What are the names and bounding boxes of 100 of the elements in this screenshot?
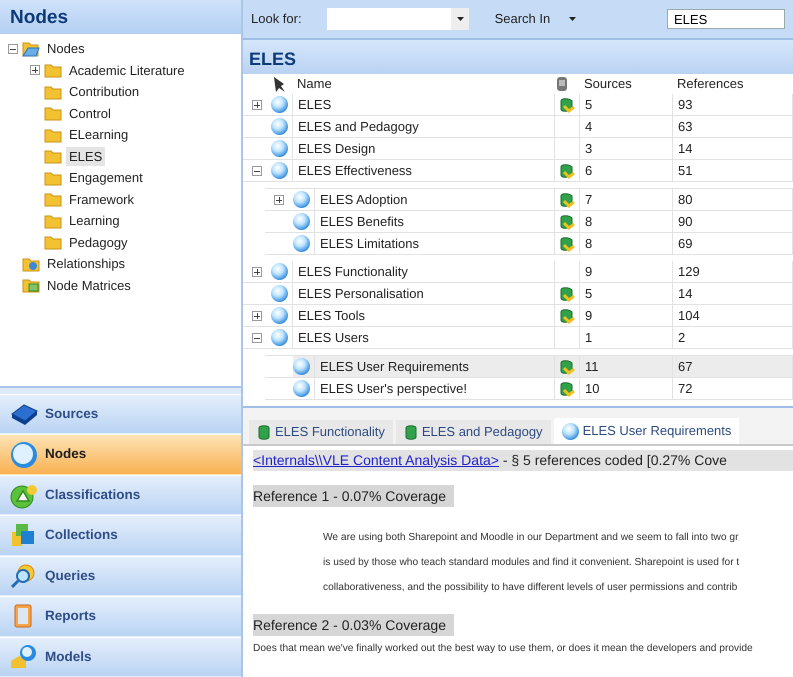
table-cell: 9 xyxy=(580,305,673,326)
nav-button[interactable]: Collections xyxy=(0,515,241,556)
table-row[interactable]: ELES Limitations 8 69 xyxy=(265,233,793,255)
caret-icon[interactable] xyxy=(569,17,576,21)
table-cell: 51 xyxy=(673,160,793,181)
collapse-toggle[interactable] xyxy=(252,166,262,176)
node-icon xyxy=(271,285,288,302)
table-cell: ELES Tools xyxy=(293,305,555,326)
sphere-icon xyxy=(9,440,39,468)
table-row[interactable]: ELES Personalisation 5 14 xyxy=(243,283,793,305)
tab[interactable]: ELES and Pedagogy xyxy=(396,420,551,444)
column-header[interactable]: Sources xyxy=(580,74,673,94)
table-cell: 6 xyxy=(580,160,673,181)
node-icon xyxy=(271,307,288,324)
table-cell: ELES Functionality xyxy=(293,261,555,282)
table-row[interactable]: ELES and Pedagogy 4 63 xyxy=(243,116,793,138)
tab[interactable]: ELES Functionality xyxy=(249,420,393,444)
table-cell: ELES Personalisation xyxy=(293,283,555,304)
table-cell: ELES Adoption xyxy=(315,189,555,210)
tree-item[interactable]: Pedagogy xyxy=(66,232,131,252)
nav-button[interactable]: Classifications xyxy=(0,474,241,515)
node-icon xyxy=(562,422,579,440)
tree-item[interactable]: Learning xyxy=(66,211,123,230)
stack-icon xyxy=(559,306,575,324)
table-cell: 10 xyxy=(580,378,673,399)
source-link[interactable]: <Internals\\VLE Content Analysis Data> xyxy=(253,452,499,468)
tree-item[interactable]: Nodes xyxy=(44,39,88,58)
table-row[interactable]: ELES Benefits 8 90 xyxy=(265,211,793,233)
table-row[interactable]: ELES Adoption 7 80 xyxy=(265,189,793,211)
table-cell: ELES User Requirements xyxy=(315,356,555,377)
table-cell: ELES User's perspective! xyxy=(315,378,555,399)
table-row[interactable]: ELES Functionality 9 129 xyxy=(243,261,793,283)
stack-icon xyxy=(559,96,575,114)
tree-item[interactable]: Node Matrices xyxy=(44,276,134,295)
table-cell: 8 xyxy=(580,211,673,232)
node-icon xyxy=(293,358,310,375)
table-cell: ELES xyxy=(293,94,555,115)
table-cell: ELES and Pedagogy xyxy=(293,116,555,137)
nav-button[interactable]: Sources xyxy=(0,394,241,434)
search-in-field[interactable]: ELES xyxy=(667,9,785,29)
table-cell: 14 xyxy=(673,138,793,159)
expand-toggle[interactable] xyxy=(274,194,284,204)
table-cell: 104 xyxy=(673,305,793,326)
node-icon xyxy=(271,329,288,346)
splitter-handle[interactable] xyxy=(0,386,241,394)
table-cell: 3 xyxy=(580,138,673,159)
table-cell: ELES Users xyxy=(293,327,555,348)
tree-item[interactable]: Framework xyxy=(66,190,138,209)
document-icon xyxy=(404,424,418,440)
table-cell: 2 xyxy=(673,327,793,348)
nav-button[interactable]: Models xyxy=(0,636,241,677)
node-icon xyxy=(271,96,288,113)
table-cell: 129 xyxy=(673,261,793,282)
document-icon xyxy=(257,424,271,440)
tree-item[interactable]: Contribution xyxy=(66,82,142,102)
tree-item[interactable]: Academic Literature xyxy=(66,60,188,80)
nav-button[interactable]: Reports xyxy=(0,596,241,636)
table-row[interactable]: ELES Design 3 14 xyxy=(243,138,793,160)
stack-icon xyxy=(559,284,575,302)
node-icon xyxy=(271,118,288,135)
node-icon xyxy=(271,263,288,280)
reference-heading: Reference 1 - 0.07% Coverage xyxy=(253,485,454,507)
table-cell: 69 xyxy=(673,233,793,254)
table-row[interactable]: ELES 5 93 xyxy=(243,94,793,116)
column-header[interactable]: References xyxy=(673,74,793,94)
stack-icon xyxy=(559,190,575,208)
nav-button[interactable]: Nodes xyxy=(0,434,241,474)
table-cell: 5 xyxy=(580,94,673,115)
tree-item[interactable]: ELES xyxy=(66,146,106,166)
table-row[interactable]: ELES Effectiveness 6 51 xyxy=(243,160,793,182)
tree-item[interactable]: Control xyxy=(66,104,114,123)
node-icon xyxy=(271,140,288,157)
collapse-toggle[interactable] xyxy=(252,332,262,342)
tab[interactable]: ELES User Requirements xyxy=(554,418,740,444)
open-folder-icon xyxy=(22,40,40,58)
expand-toggle[interactable] xyxy=(252,100,262,110)
stack-icon xyxy=(559,234,575,252)
text-line: is used by those who teach standard modules and find it convenient. Sharepoint is used for t xyxy=(323,556,740,570)
tree-item[interactable]: ELearning xyxy=(66,125,132,144)
column-header[interactable]: Name xyxy=(293,74,555,94)
table-row[interactable]: ELES User Requirements 11 67 xyxy=(265,356,793,378)
table-cell: 93 xyxy=(673,94,793,115)
nav-button[interactable]: Queries xyxy=(0,556,241,596)
node-icon xyxy=(271,162,288,179)
node-icon xyxy=(293,235,310,252)
tree-item[interactable]: Relationships xyxy=(44,254,128,274)
tree-item[interactable]: Engagement xyxy=(66,168,146,188)
expand-toggle[interactable] xyxy=(252,310,262,320)
shapes-icon xyxy=(9,642,39,671)
expand-toggle[interactable] xyxy=(30,65,40,76)
table-cell: 8 xyxy=(580,233,673,254)
text-line: Does that mean we've finally worked out the best way to use them, or does it mean the developers and provide xyxy=(253,642,754,656)
stack-icon xyxy=(559,380,575,398)
stack-icon xyxy=(559,162,575,180)
table-row[interactable]: ELES Users 1 2 xyxy=(243,327,793,349)
expand-toggle[interactable] xyxy=(252,266,262,276)
table-row[interactable]: ELES User's perspective! 10 72 xyxy=(265,378,793,400)
collapse-toggle[interactable] xyxy=(8,44,18,54)
table-cell: 67 xyxy=(673,356,793,377)
table-row[interactable]: ELES Tools 9 104 xyxy=(243,305,793,327)
